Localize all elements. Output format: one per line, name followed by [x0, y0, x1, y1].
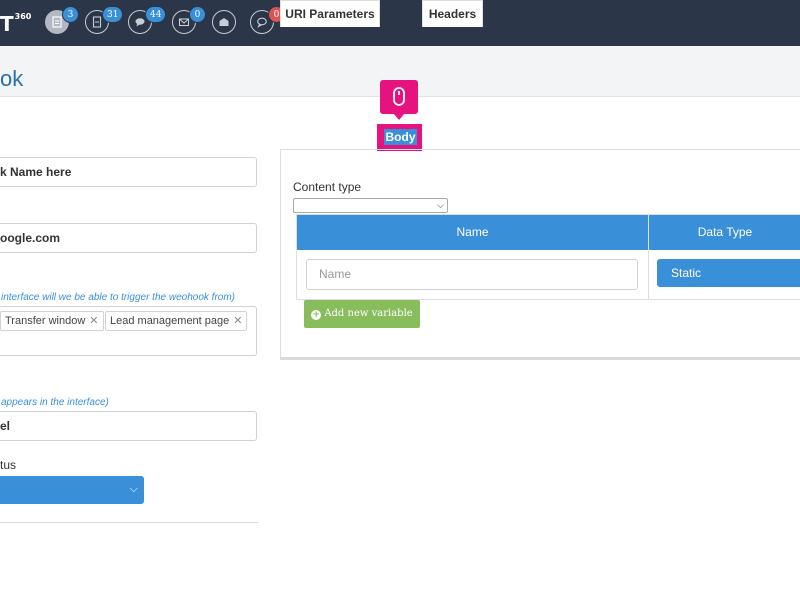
top-navigation-bar: T360 3 31 44 0 0	[0, 0, 800, 46]
content-type-select[interactable]: ⌵	[293, 198, 448, 213]
documents-count-badge: 3	[62, 6, 79, 23]
column-divider	[648, 215, 649, 300]
tab-body[interactable]: Body	[384, 129, 417, 145]
column-header-name: Name	[297, 215, 648, 250]
chevron-down-icon: ⌵	[129, 483, 138, 495]
divider	[0, 522, 258, 523]
content-type-label: Content type	[293, 180, 362, 194]
app-logo[interactable]: T360	[0, 12, 31, 36]
column-header-data-type: Data Type	[649, 215, 800, 250]
add-new-variable-button[interactable]: + Add new variable	[304, 300, 420, 328]
webhook-name-field[interactable]: k Name here	[0, 157, 257, 187]
chevron-down-icon: ⌵	[437, 200, 444, 210]
variable-name-input[interactable]: Name	[306, 259, 638, 290]
appears-hint-text: appears in the interface)	[1, 397, 109, 408]
webhook-url-field[interactable]: oogle.com	[0, 223, 257, 253]
mouse-icon	[393, 87, 405, 106]
plus-circle-icon: +	[311, 310, 322, 320]
panel-bottom-border	[280, 357, 800, 360]
remove-tag-icon[interactable]: ✕	[233, 315, 242, 327]
tag-transfer-window: Transfer window ✕	[0, 311, 104, 331]
status-label: tus	[0, 458, 17, 472]
tab-uri-parameters[interactable]: URI Parameters	[280, 0, 380, 27]
chats-count-badge: 44	[145, 6, 167, 23]
webhook-label-field[interactable]: el	[0, 411, 257, 441]
page-title: ok	[0, 66, 24, 91]
open-envelope-icon[interactable]	[212, 10, 236, 34]
tab-headers[interactable]: Headers	[422, 0, 483, 27]
tag-lead-management-page: Lead management page ✕	[105, 311, 248, 331]
trigger-locations-multiselect[interactable]: Transfer window ✕ Lead management page ✕	[0, 306, 257, 356]
files-count-badge: 31	[102, 6, 124, 23]
data-type-select[interactable]: Static	[657, 259, 800, 287]
mail-count-badge: 0	[189, 6, 206, 23]
status-select[interactable]: ⌵	[0, 476, 144, 504]
remove-tag-icon[interactable]: ✕	[89, 315, 98, 327]
trigger-hint-text: interface will we be able to trigger the…	[1, 292, 236, 303]
click-indicator	[380, 80, 418, 120]
